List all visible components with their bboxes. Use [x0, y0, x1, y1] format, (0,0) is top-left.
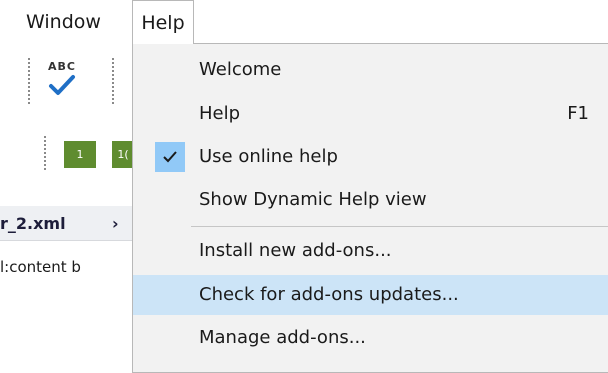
chevron-right-icon: › [112, 214, 119, 233]
menu-item-label: Welcome [199, 59, 282, 80]
menu-help[interactable]: Help [132, 0, 194, 44]
menu-item-label: Install new add-ons... [199, 240, 392, 261]
check-icon [163, 151, 177, 163]
checked-indicator [155, 142, 185, 172]
menu-bar: Window Help [0, 0, 608, 44]
checkmark-icon [49, 75, 75, 95]
page-button-1[interactable]: 1 [64, 141, 96, 168]
menu-item-welcome[interactable]: Welcome [133, 50, 608, 90]
menu-item-shortcut: F1 [567, 103, 589, 124]
breadcrumb-file[interactable]: r_2.xml [0, 214, 66, 233]
menu-item-label: Use online help [199, 146, 338, 167]
breadcrumb: r_2.xml › [0, 206, 135, 241]
menu-item-show-dynamic-help[interactable]: Show Dynamic Help view [133, 180, 608, 220]
menu-item-check-addon-updates[interactable]: Check for add-ons updates... [133, 275, 608, 315]
menu-item-use-online-help[interactable]: Use online help [133, 137, 608, 177]
menu-item-label: Check for add-ons updates... [199, 284, 459, 305]
menu-divider [191, 226, 608, 227]
menu-item-label: Manage add-ons... [199, 327, 366, 348]
menu-item-label: Show Dynamic Help view [199, 189, 427, 210]
toolbar-separator [112, 58, 114, 104]
content-path-text: l:content b [0, 258, 81, 276]
toolbar-separator [28, 58, 30, 104]
menu-window[interactable]: Window [16, 0, 111, 44]
page-button-2[interactable]: 1( [112, 141, 134, 168]
toolbar-separator [44, 136, 46, 170]
menu-item-label: Help [199, 103, 241, 124]
help-menu-dropdown: Welcome Help F1 Use online help Show Dyn… [132, 43, 608, 373]
spell-check-label: ABC [48, 60, 76, 73]
spell-check-button[interactable]: ABC [40, 60, 84, 100]
menu-item-help[interactable]: Help F1 [133, 94, 608, 134]
menu-item-manage-addons[interactable]: Manage add-ons... [133, 318, 608, 358]
menu-item-install-addons[interactable]: Install new add-ons... [133, 231, 608, 271]
